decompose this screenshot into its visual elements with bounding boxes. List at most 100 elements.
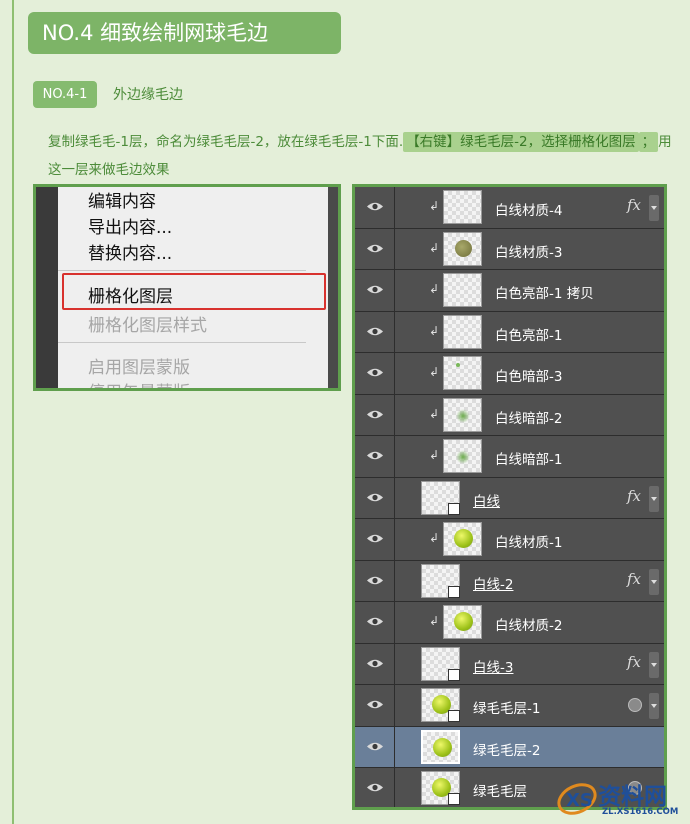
layer-row[interactable]: ↲ 白线材质-2 xyxy=(355,602,664,644)
layer-row[interactable]: ↲ 白色亮部-1 拷贝 xyxy=(355,270,664,312)
eye-icon xyxy=(367,327,383,335)
instruction-text: 复制绿毛毛-1层，命名为绿毛毛层-2，放在绿毛毛层-1下面. 【右键】绿毛毛层-2… xyxy=(48,128,678,184)
watermark-text: 资料网 xyxy=(598,784,667,810)
layer-name[interactable]: 白线暗部-1 xyxy=(495,448,562,468)
layer-effects-icon[interactable]: fx xyxy=(627,653,641,671)
layer-row[interactable]: ↲ 白线暗部-1 xyxy=(355,436,664,478)
eye-icon xyxy=(367,368,383,377)
expand-effects-button[interactable] xyxy=(649,485,659,512)
layer-name[interactable]: 白线暗部-2 xyxy=(495,407,562,427)
layer-thumbnail xyxy=(443,190,482,224)
visibility-toggle[interactable] xyxy=(355,726,395,767)
visibility-toggle[interactable] xyxy=(355,560,395,601)
visibility-toggle[interactable] xyxy=(355,477,395,518)
layer-name[interactable]: 白线材质-2 xyxy=(495,614,562,634)
layer-row[interactable]: 绿毛毛层-1 xyxy=(355,685,664,727)
visibility-toggle[interactable] xyxy=(355,519,395,560)
instruction-separator: ； xyxy=(638,132,659,152)
highlight-box xyxy=(62,273,326,310)
visibility-toggle[interactable] xyxy=(355,768,395,807)
visibility-toggle[interactable] xyxy=(355,187,395,228)
visibility-toggle[interactable] xyxy=(355,436,395,477)
menu-item-export-contents[interactable]: 导出内容... xyxy=(88,213,172,238)
watermark-logo-icon: XS xyxy=(557,783,597,815)
clipping-mask-icon: ↲ xyxy=(429,240,440,255)
layer-name[interactable]: 绿毛毛层-2 xyxy=(473,739,540,759)
expand-effects-button[interactable] xyxy=(649,651,659,678)
page-title: NO.4 细致绘制网球毛边 xyxy=(28,12,341,54)
layer-name[interactable]: 白色暗部-3 xyxy=(495,365,562,385)
layer-row[interactable]: 绿毛毛层-2 xyxy=(355,726,664,768)
eye-icon xyxy=(367,783,383,792)
layer-name[interactable]: 白线材质-1 xyxy=(495,531,562,551)
layer-row[interactable]: ↲ 白色亮部-1 xyxy=(355,311,664,353)
menu-item-disable-vector-mask[interactable]: 停用矢量蒙版 xyxy=(88,378,190,388)
layer-thumbnail xyxy=(443,605,482,639)
visibility-toggle[interactable] xyxy=(355,311,395,352)
visibility-toggle[interactable] xyxy=(355,353,395,394)
layer-row[interactable]: 白线-3 fx xyxy=(355,643,664,685)
layer-name[interactable]: 白线材质-4 xyxy=(495,199,562,219)
eye-icon xyxy=(367,576,383,584)
layer-name[interactable]: 白线-3 xyxy=(473,656,513,676)
smart-object-icon xyxy=(628,698,642,712)
layer-thumbnail xyxy=(443,439,482,473)
visibility-toggle[interactable] xyxy=(355,270,395,311)
visibility-toggle[interactable] xyxy=(355,643,395,684)
eye-icon xyxy=(367,617,383,626)
layer-thumbnail xyxy=(443,314,482,349)
layer-thumbnail xyxy=(421,563,460,598)
layer-thumbnail xyxy=(443,231,482,266)
layer-thumbnail xyxy=(421,480,460,515)
menu-item-enable-layer-mask[interactable]: 启用图层蒙版 xyxy=(88,353,190,378)
eye-icon xyxy=(367,700,383,709)
visibility-toggle[interactable] xyxy=(355,394,395,435)
layer-name[interactable]: 白线材质-3 xyxy=(495,241,562,261)
visibility-toggle[interactable] xyxy=(355,228,395,269)
layer-thumbnail xyxy=(443,522,482,556)
watermark: XS 资料网 ZL.XS1616.COM xyxy=(556,776,686,822)
left-accent-line xyxy=(12,0,14,824)
layer-thumbnail xyxy=(421,646,460,681)
layer-name[interactable]: 白线 xyxy=(473,490,500,510)
expand-effects-button[interactable] xyxy=(649,693,659,719)
clipping-mask-icon: ↲ xyxy=(429,365,440,379)
menu-item-replace-contents[interactable]: 替换内容... xyxy=(88,239,172,264)
menu-right-strip xyxy=(328,187,338,388)
eye-icon xyxy=(367,742,383,750)
watermark-url: ZL.XS1616.COM xyxy=(602,807,679,817)
layer-name[interactable]: 白线-2 xyxy=(473,573,513,593)
layer-thumbnail xyxy=(443,397,482,432)
clipping-mask-icon: ↲ xyxy=(429,531,440,545)
layer-effects-icon[interactable]: fx xyxy=(627,487,641,505)
menu-item-edit-contents[interactable]: 编辑内容 xyxy=(88,187,156,212)
visibility-toggle[interactable] xyxy=(355,602,395,643)
visibility-toggle[interactable] xyxy=(355,685,395,726)
instruction-part1: 复制绿毛毛-1层，命名为绿毛毛层-2，放在绿毛毛层-1下面. xyxy=(48,134,404,150)
menu-item-rasterize-layer-style[interactable]: 栅格化图层样式 xyxy=(88,311,207,336)
svg-text:XS: XS xyxy=(566,790,593,811)
layer-row[interactable]: ↲ 白线材质-4 fx xyxy=(355,187,664,229)
layer-name[interactable]: 白色亮部-1 拷贝 xyxy=(495,282,594,302)
section-title: 外边缘毛边 xyxy=(113,87,183,103)
layer-name[interactable]: 绿毛毛层-1 xyxy=(473,697,540,717)
layer-effects-icon[interactable]: fx xyxy=(627,196,641,214)
layer-row[interactable]: ↲ 白线暗部-2 xyxy=(355,394,664,436)
layer-thumbnail xyxy=(443,273,482,307)
layer-row[interactable]: ↲ 白线材质-3 xyxy=(355,228,664,270)
expand-effects-button[interactable] xyxy=(649,568,659,595)
menu-left-strip xyxy=(36,187,58,388)
eye-icon xyxy=(367,534,383,543)
clipping-mask-icon: ↲ xyxy=(429,614,440,628)
expand-effects-button[interactable] xyxy=(649,195,659,221)
layer-row[interactable]: ↲ 白线材质-1 xyxy=(355,519,664,561)
layer-row[interactable]: ↲ 白色暗部-3 xyxy=(355,353,664,395)
layer-effects-icon[interactable]: fx xyxy=(627,570,641,588)
layer-row[interactable]: 白线-2 fx xyxy=(355,560,664,602)
layer-name[interactable]: 绿毛毛层 xyxy=(473,780,527,800)
clipping-mask-icon: ↲ xyxy=(429,323,440,338)
instruction-highlight: 【右键】绿毛毛层-2，选择栅格化图层 xyxy=(403,132,639,152)
layer-row[interactable]: 白线 fx xyxy=(355,477,664,519)
layer-name[interactable]: 白色亮部-1 xyxy=(495,324,562,344)
layers-panel: ↲ 白线材质-4 fx ↲ 白线材质-3 ↲ 白色亮部-1 拷贝 ↲ 白色亮部-1 ↲ 白色暗部-3… xyxy=(352,184,667,810)
